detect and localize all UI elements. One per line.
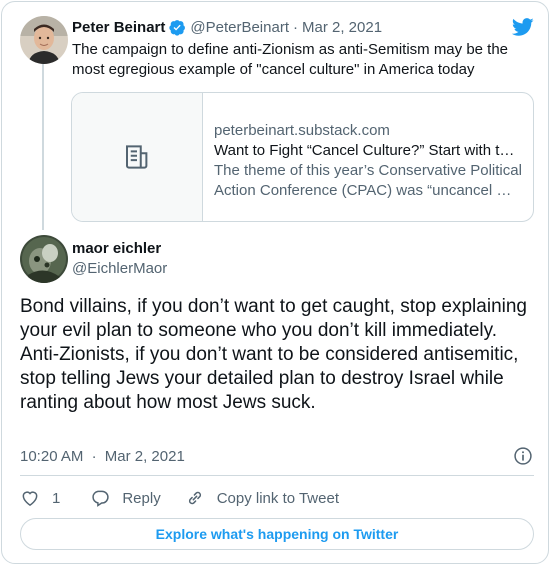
quoted-tweet-header: Peter Beinart @PeterBeinart · Mar 2, 202… — [72, 17, 382, 37]
thread-connector-line — [42, 62, 44, 230]
twitter-bird-icon[interactable] — [511, 16, 535, 38]
link-domain: peterbeinart.substack.com — [214, 122, 390, 139]
reply-bubble-icon — [92, 490, 110, 507]
link-thumbnail — [72, 93, 203, 221]
like-count: 1 — [52, 489, 61, 507]
copy-link-button[interactable]: Copy link to Tweet — [185, 488, 339, 508]
tweet-author: maor eichler @EichlerMaor — [72, 239, 167, 279]
quoted-author-name[interactable]: Peter Beinart — [72, 19, 165, 36]
tweet-time: 10:20 AM — [20, 448, 84, 465]
quoted-tweet-text: The campaign to define anti-Zionism as a… — [72, 41, 509, 78]
link-icon — [188, 491, 201, 505]
avatar-peter-beinart[interactable] — [20, 16, 68, 64]
link-preview-card[interactable]: peterbeinart.substack.com Want to Fight … — [71, 92, 534, 222]
tweet-timestamp[interactable]: 10:20 AM · Mar 2, 2021 — [20, 448, 185, 465]
actions-divider — [20, 475, 534, 476]
link-title: Want to Fight “Cancel Culture?” Start wi… — [214, 142, 515, 159]
tweet-text-paragraph: Bond villains, if you don’t want to get … — [20, 296, 527, 341]
author-name[interactable]: maor eichler — [72, 239, 167, 259]
tweet-text-paragraph: Anti-Zionists, if you don’t want to be c… — [20, 344, 519, 413]
quoted-tweet-date[interactable]: Mar 2, 2021 — [302, 19, 382, 36]
timestamp-separator: · — [91, 448, 97, 465]
tweet-date: Mar 2, 2021 — [104, 448, 185, 465]
reply-label: Reply — [122, 489, 161, 507]
quoted-author-handle[interactable]: @PeterBeinart — [190, 19, 289, 36]
info-icon[interactable] — [513, 446, 533, 466]
article-icon — [126, 145, 148, 169]
explore-twitter-button[interactable]: Explore what's happening on Twitter — [20, 518, 534, 550]
avatar-maor-eichler[interactable] — [20, 235, 68, 283]
verified-badge-icon — [169, 19, 186, 36]
reply-button[interactable]: Reply — [90, 488, 161, 508]
author-handle[interactable]: @EichlerMaor — [72, 259, 167, 279]
tweet-actions: 1 Reply Copy link to Tweet — [20, 488, 339, 508]
copy-link-label: Copy link to Tweet — [216, 489, 339, 507]
link-preview-body: peterbeinart.substack.com Want to Fight … — [214, 121, 526, 201]
embedded-tweet-card: Peter Beinart @PeterBeinart · Mar 2, 202… — [1, 1, 549, 564]
link-description: The theme of this year’s Conservative Po… — [214, 162, 522, 199]
header-separator: · — [292, 18, 298, 36]
tweet-text: Bond villains, if you don’t want to get … — [20, 295, 540, 415]
like-button[interactable]: 1 — [20, 488, 60, 508]
heart-icon — [22, 491, 38, 506]
